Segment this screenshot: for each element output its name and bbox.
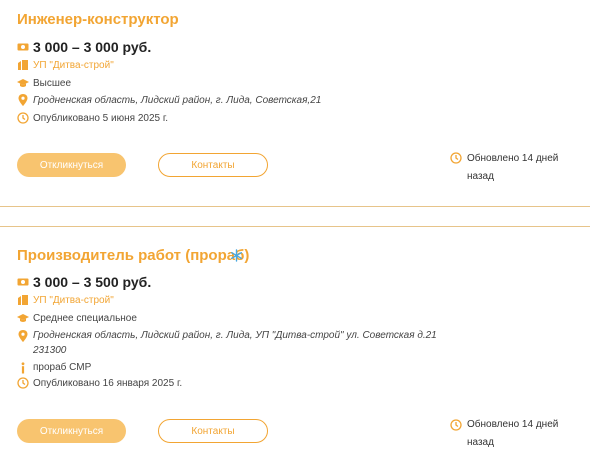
updated-line: назад — [467, 437, 494, 448]
address-line: 231300 — [33, 345, 67, 356]
divider — [0, 226, 590, 227]
company-link[interactable]: УП "Дитва-строй" — [33, 60, 114, 71]
updated-status: Обновлено 14 дней назад — [467, 416, 577, 452]
money-icon — [17, 43, 29, 51]
clock-icon — [450, 419, 462, 431]
published-date: Опубликовано 16 января 2025 г. — [33, 378, 183, 389]
graduation-cap-icon — [17, 314, 29, 322]
address-line: Гродненская область, Лидский район, г. Л… — [33, 330, 437, 341]
address: Гродненская область, Лидский район, г. Л… — [33, 93, 413, 108]
clock-icon — [17, 377, 29, 389]
company-link[interactable]: УП "Дитва-строй" — [33, 295, 114, 306]
address: Гродненская область, Лидский район, г. Л… — [33, 328, 437, 358]
address-line: Гродненская область, Лидский район, г. Л… — [33, 95, 322, 106]
updated-line: Обновлено 14 дней — [467, 153, 559, 164]
clock-icon — [450, 152, 462, 164]
contacts-button[interactable]: Контакты — [158, 419, 268, 443]
building-icon — [18, 295, 28, 305]
divider — [0, 206, 590, 207]
apply-button[interactable]: Откликнуться — [17, 419, 126, 443]
graduation-cap-icon — [17, 79, 29, 87]
snowflake-icon — [231, 249, 243, 262]
updated-line: назад — [467, 171, 494, 182]
published-date: Опубликовано 5 июня 2025 г. — [33, 113, 169, 124]
clock-icon — [17, 112, 29, 124]
salary: 3 000 – 3 500 руб. — [33, 274, 152, 290]
building-icon — [18, 60, 28, 70]
location-pin-icon — [18, 94, 28, 106]
info-icon — [21, 362, 25, 374]
vacancy-title-link[interactable]: Производитель работ (прораб) — [17, 247, 249, 264]
position-info: прораб СМР — [33, 362, 92, 373]
updated-line: Обновлено 14 дней — [467, 419, 559, 430]
contacts-button[interactable]: Контакты — [158, 153, 268, 177]
location-pin-icon — [18, 330, 28, 342]
money-icon — [17, 278, 29, 286]
vacancy-title-link[interactable]: Инженер-конструктор — [17, 11, 179, 28]
salary: 3 000 – 3 000 руб. — [33, 39, 152, 55]
updated-status: Обновлено 14 дней назад — [467, 150, 577, 186]
education: Среднее специальное — [33, 313, 137, 324]
education: Высшее — [33, 78, 72, 89]
apply-button[interactable]: Откликнуться — [17, 153, 126, 177]
